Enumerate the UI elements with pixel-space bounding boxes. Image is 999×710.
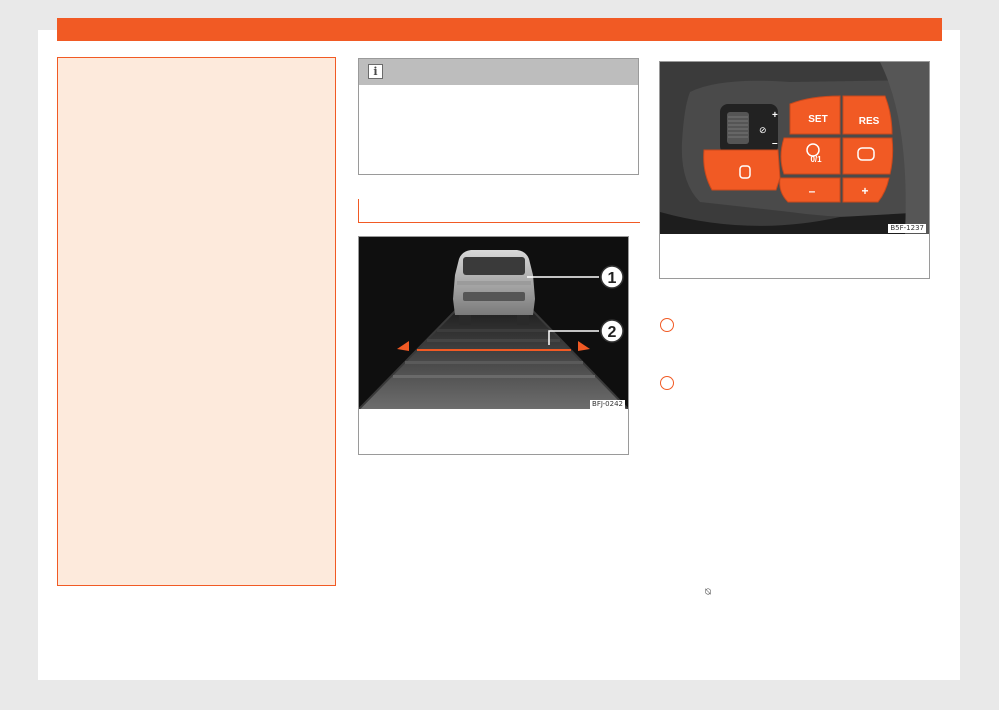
res-button	[842, 95, 893, 135]
figure-steering-buttons: + – ⊘ SET RES 0/1 – + B5F-1237	[659, 61, 930, 279]
mute-icon: ⊘	[759, 126, 767, 136]
info-icon: i	[368, 64, 383, 79]
acc-distance-button	[842, 137, 894, 175]
distance-bar	[393, 375, 595, 378]
cruise-control-icon: ⍉	[705, 587, 711, 598]
warning-box	[57, 57, 336, 586]
section-heading-rule	[358, 199, 640, 223]
figure-code: BFJ-0242	[590, 400, 625, 409]
note-box: i	[358, 58, 639, 175]
callout-2-label: 2	[608, 324, 617, 341]
lane-assist-button	[703, 149, 781, 191]
set-label: SET	[808, 114, 827, 125]
distance-bar	[437, 329, 550, 332]
distance-bar-active	[417, 349, 571, 351]
vehicle-ahead-icon	[453, 250, 535, 325]
circle-bullet	[660, 318, 674, 332]
distance-illustration: 1 2	[359, 237, 628, 409]
note-header: i	[359, 59, 638, 85]
distance-bar	[427, 339, 560, 342]
header-bar	[57, 18, 942, 41]
steering-wheel-illustration: + – ⊘ SET RES 0/1 – +	[660, 62, 929, 234]
minus-label: –	[809, 184, 816, 198]
callout-1-label: 1	[608, 270, 617, 287]
plus-label: +	[861, 184, 868, 198]
figure-distance-display: 1 2 BFJ-0242	[358, 236, 629, 455]
figure-code: B5F-1237	[888, 224, 926, 233]
distance-bar	[405, 361, 583, 364]
res-label: RES	[859, 116, 880, 127]
circle-bullet	[660, 376, 674, 390]
volume-minus-label: –	[772, 138, 778, 149]
volume-plus-label: +	[772, 110, 778, 121]
